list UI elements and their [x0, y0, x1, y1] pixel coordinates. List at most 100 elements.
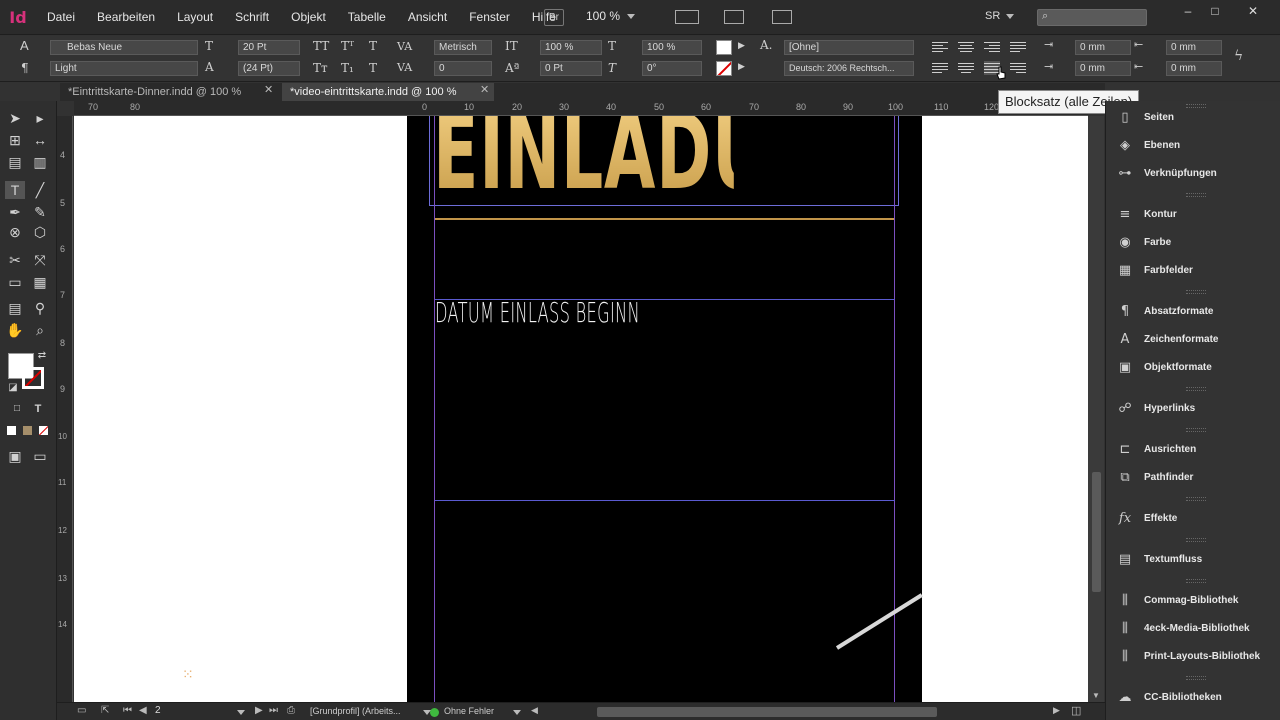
formatting-text-icon[interactable]: T	[28, 400, 48, 418]
justify-right-icon[interactable]	[1010, 61, 1026, 75]
split-view-icon[interactable]: ◫	[1071, 704, 1081, 717]
tab-video-eintrittskarte[interactable]: *video-eintrittskarte.indd @ 100 %	[282, 83, 494, 101]
eyedropper-tool-icon[interactable]: ⚲	[30, 299, 50, 317]
formatting-container-icon[interactable]: □	[7, 400, 27, 418]
apply-none-icon[interactable]	[39, 426, 48, 435]
zoom-tool-icon[interactable]: ⌕	[30, 321, 50, 339]
menu-bearbeiten[interactable]: Bearbeiten	[86, 0, 166, 35]
close-window-button[interactable]: ✕	[1243, 4, 1263, 18]
date-admission-start-text[interactable]: DATUM EINLASS BEGINN	[435, 296, 640, 329]
horizontal-scale-field[interactable]: 100 %	[642, 40, 702, 55]
close-icon[interactable]: ✕	[264, 83, 273, 96]
scissors-tool-icon[interactable]: ✂	[5, 251, 25, 269]
panel-seiten[interactable]: ▯ Seiten	[1106, 105, 1280, 129]
zoom-level[interactable]: 100 %	[586, 9, 635, 23]
panel-4eck-media-bibliothek[interactable]: ⫼ 4eck-Media-Bibliothek	[1106, 616, 1280, 640]
panel-grip[interactable]	[1186, 676, 1206, 680]
small-caps-icon[interactable]: Tт	[313, 61, 328, 75]
gap-tool-icon[interactable]: ↔	[30, 131, 50, 149]
play-arrow-icon[interactable]: ▶	[738, 62, 745, 72]
leading-field[interactable]: (24 Pt)	[238, 61, 300, 76]
close-icon[interactable]: ✕	[480, 83, 489, 96]
vertical-scale-field[interactable]: 100 %	[540, 40, 602, 55]
screen-mode-icon[interactable]: ▭	[30, 447, 50, 465]
scroll-right-icon[interactable]: ▶	[1053, 705, 1060, 716]
content-collector-icon[interactable]: ▤	[5, 153, 25, 171]
maximize-button[interactable]: □	[1205, 4, 1225, 18]
panel-ebenen[interactable]: ◈ Ebenen	[1106, 133, 1280, 157]
character-controls-icon[interactable]: A	[20, 38, 29, 53]
menu-schrift[interactable]: Schrift	[224, 0, 280, 35]
panel-objektformate[interactable]: ▣ Objektformate	[1106, 355, 1280, 379]
help-search-input[interactable]: ⌕	[1037, 9, 1147, 26]
panel-ausrichten[interactable]: ⊏ Ausrichten	[1106, 437, 1280, 461]
apply-color-icon[interactable]	[7, 426, 16, 435]
menu-fenster[interactable]: Fenster	[458, 0, 521, 35]
view-options-icon[interactable]	[675, 10, 699, 24]
minimize-button[interactable]: –	[1178, 4, 1198, 18]
type-tool-icon[interactable]: T	[5, 181, 25, 199]
page-dropdown-icon[interactable]	[237, 706, 245, 718]
font-style-field[interactable]: Light	[50, 61, 198, 76]
baseline-shift-field[interactable]: 0 Pt	[540, 61, 602, 76]
preflight-panel-icon[interactable]: ⎙	[287, 705, 295, 716]
preflight-profile[interactable]: [Grundprofil] (Arbeits...	[310, 706, 401, 716]
view-mode-icon[interactable]: ▣	[5, 447, 25, 465]
panel-grip[interactable]	[1186, 428, 1206, 432]
panel-hyperlinks[interactable]: ☍ Hyperlinks	[1106, 396, 1280, 420]
menu-tabelle[interactable]: Tabelle	[337, 0, 397, 35]
all-caps-icon[interactable]: TT	[313, 39, 329, 53]
panel-commag-bibliothek[interactable]: ⫼ Commag-Bibliothek	[1106, 588, 1280, 612]
swap-colors-icon[interactable]: ⇄	[32, 347, 52, 365]
panel-zeichenformate[interactable]: A Zeichenformate	[1106, 327, 1280, 351]
next-page-icon[interactable]: ▶	[255, 705, 263, 716]
justify-center-icon[interactable]	[958, 61, 974, 75]
vertical-scrollbar[interactable]: ▼	[1088, 116, 1104, 702]
align-left-icon[interactable]	[932, 40, 948, 54]
page-view-icon[interactable]: ▭	[77, 705, 86, 716]
first-line-indent-field[interactable]: 0 mm	[1075, 61, 1131, 76]
font-size-field[interactable]: 20 Pt	[238, 40, 300, 55]
tracking-field[interactable]: 0	[434, 61, 492, 76]
workspace-switcher[interactable]: SR	[985, 10, 1015, 22]
panel-kontur[interactable]: ≡ Kontur	[1106, 202, 1280, 226]
subscript-icon[interactable]: T₁	[341, 61, 354, 75]
underline-icon[interactable]: T	[369, 39, 377, 53]
document-page[interactable]: EINLADUNG DATUM EINLASS BEGINN	[407, 116, 923, 702]
ellipse-frame-tool-icon[interactable]: ⊗	[5, 223, 25, 241]
stroke-color-swatch[interactable]	[22, 367, 44, 389]
left-indent-field[interactable]: 0 mm	[1075, 40, 1131, 55]
play-arrow-icon[interactable]: ▶	[738, 41, 745, 51]
kerning-field[interactable]: Metrisch	[434, 40, 492, 55]
last-page-icon[interactable]: ⏭	[269, 705, 278, 716]
page-tool-icon[interactable]: ⊞	[5, 131, 25, 149]
panel-grip[interactable]	[1186, 538, 1206, 542]
panel-farbfelder[interactable]: ▦ Farbfelder	[1106, 258, 1280, 282]
superscript-icon[interactable]: Tᵀ	[341, 39, 354, 53]
screen-mode-icon[interactable]	[724, 10, 744, 24]
justify-left-icon[interactable]	[932, 61, 948, 75]
right-indent-field[interactable]: 0 mm	[1166, 40, 1222, 55]
panel-effekte[interactable]: fx Effekte	[1106, 506, 1280, 530]
hand-tool-icon[interactable]: ✋	[5, 321, 25, 339]
first-page-icon[interactable]: ⏮	[123, 705, 132, 716]
panel-cc-bibliotheken[interactable]: ☁ CC-Bibliotheken	[1106, 685, 1280, 709]
arrange-documents-icon[interactable]	[772, 10, 792, 24]
panel-textumfluss[interactable]: ▤ Textumfluss	[1106, 547, 1280, 571]
font-family-field[interactable]: Bebas Neue	[50, 40, 198, 55]
panel-verknuepfungen[interactable]: ⊶ Verknüpfungen	[1106, 161, 1280, 185]
quick-apply-icon[interactable]: ϟ	[1234, 48, 1243, 64]
selection-tool-icon[interactable]: ➤	[5, 109, 25, 127]
fill-swatch[interactable]	[716, 40, 732, 55]
status-dropdown-icon[interactable]	[513, 706, 521, 718]
panel-print-layouts-bibliothek[interactable]: ⫼ Print-Layouts-Bibliothek	[1106, 644, 1280, 668]
menu-objekt[interactable]: Objekt	[280, 0, 337, 35]
direct-selection-tool-icon[interactable]: ▸	[30, 109, 50, 127]
character-style-field[interactable]: [Ohne]	[784, 40, 914, 55]
align-right-icon[interactable]	[984, 40, 1000, 54]
free-transform-tool-icon[interactable]: ⤧	[30, 251, 50, 269]
language-field[interactable]: Deutsch: 2006 Rechtsch...	[784, 61, 914, 76]
gradient-feather-tool-icon[interactable]: ▦	[30, 273, 50, 291]
scroll-down-icon[interactable]: ▼	[1092, 691, 1100, 700]
panel-absatzformate[interactable]: ¶ Absatzformate	[1106, 299, 1280, 323]
